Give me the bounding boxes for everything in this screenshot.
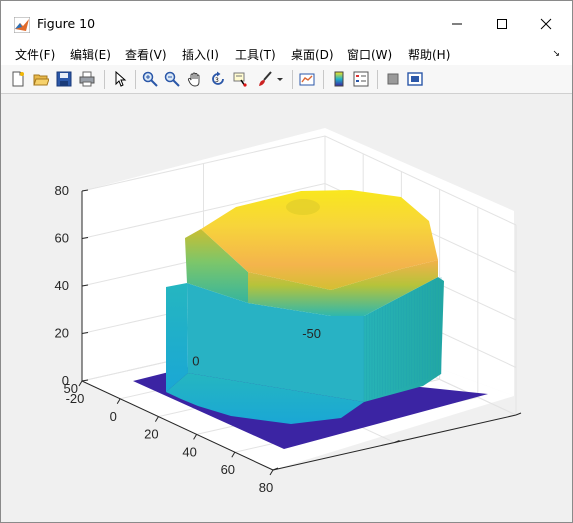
window-title: Figure 10 [37,16,96,31]
minimize-icon [452,23,462,25]
surface-center-dip [286,199,320,215]
colorbar-icon[interactable] [331,71,347,87]
show-plot-tools-icon[interactable] [407,71,423,87]
menu-help[interactable]: 帮助(H) [408,46,450,63]
pointer-icon[interactable] [112,71,128,87]
menu-insert[interactable]: 插入(I) [182,46,219,63]
maximize-button[interactable] [479,9,525,39]
svg-text:3: 3 [215,77,219,84]
y-tick-label: -50 [302,326,321,341]
menu-file[interactable]: 文件(F) [15,46,55,63]
menu-tools[interactable]: 工具(T) [235,46,276,63]
menu-view[interactable]: 查看(V) [125,46,167,63]
toolbar-separator [104,70,105,89]
y-tick-label: 0 [192,354,199,369]
z-tick-label: 80 [55,183,69,198]
legend-icon[interactable] [353,71,369,87]
minimize-button[interactable] [434,9,480,39]
menu-desktop[interactable]: 桌面(D) [291,46,334,63]
x-tick [154,416,159,422]
pan-icon[interactable] [187,71,203,87]
x-tick-label: 0 [110,409,117,424]
close-icon [540,18,552,30]
x-tick-label: 20 [144,427,158,442]
x-tick [193,434,198,440]
open-file-icon[interactable] [33,71,49,87]
hide-plot-tools-icon[interactable] [385,71,401,87]
x-tick [231,451,236,458]
dock-arrow-icon[interactable]: ↘ [552,49,560,59]
new-figure-icon[interactable] [10,71,26,87]
brush-icon[interactable] [257,71,273,87]
save-icon[interactable] [56,71,72,87]
figure-window: Figure 10 文件(F) 编辑(E) 查看(V) 插入(I) 工具(T) … [0,0,573,523]
matlab-logo-icon [14,17,30,33]
toolbar-separator [292,70,293,89]
x-tick-label: 60 [221,462,235,477]
figure-toolbar: 3 [1,65,572,94]
brush-dropdown-icon[interactable] [275,71,285,87]
data-cursor-icon[interactable] [233,71,249,87]
3d-surface-plot[interactable]: 020406080-50050-20020406080 [1,94,572,522]
close-button[interactable] [523,9,569,39]
x-tick [116,398,121,405]
title-bar: Figure 10 [1,1,572,41]
x-tick [78,380,83,387]
toolbar-separator [135,70,136,89]
z-tick-label: 20 [55,326,69,341]
toolbar-separator [323,70,324,89]
menu-bar: 文件(F) 编辑(E) 查看(V) 插入(I) 工具(T) 桌面(D) 窗口(W… [1,41,572,65]
y-tick [515,412,522,416]
link-plot-icon[interactable] [299,71,315,87]
x-tick-label: 40 [182,444,196,459]
print-icon[interactable] [79,71,95,87]
zoom-in-icon[interactable] [142,71,158,87]
x-tick-label: 80 [259,480,273,495]
x-tick-label: -20 [66,391,85,406]
z-tick-label: 60 [55,231,69,246]
z-tick-label: 40 [55,278,69,293]
maximize-icon [497,19,507,29]
surface-side-left [166,283,188,392]
menu-edit[interactable]: 编辑(E) [70,46,111,63]
rotate-3d-icon[interactable]: 3 [210,71,226,87]
x-tick [269,469,274,476]
toolbar-separator [377,70,378,89]
zoom-out-icon[interactable] [164,71,180,87]
menu-window[interactable]: 窗口(W) [347,46,392,63]
